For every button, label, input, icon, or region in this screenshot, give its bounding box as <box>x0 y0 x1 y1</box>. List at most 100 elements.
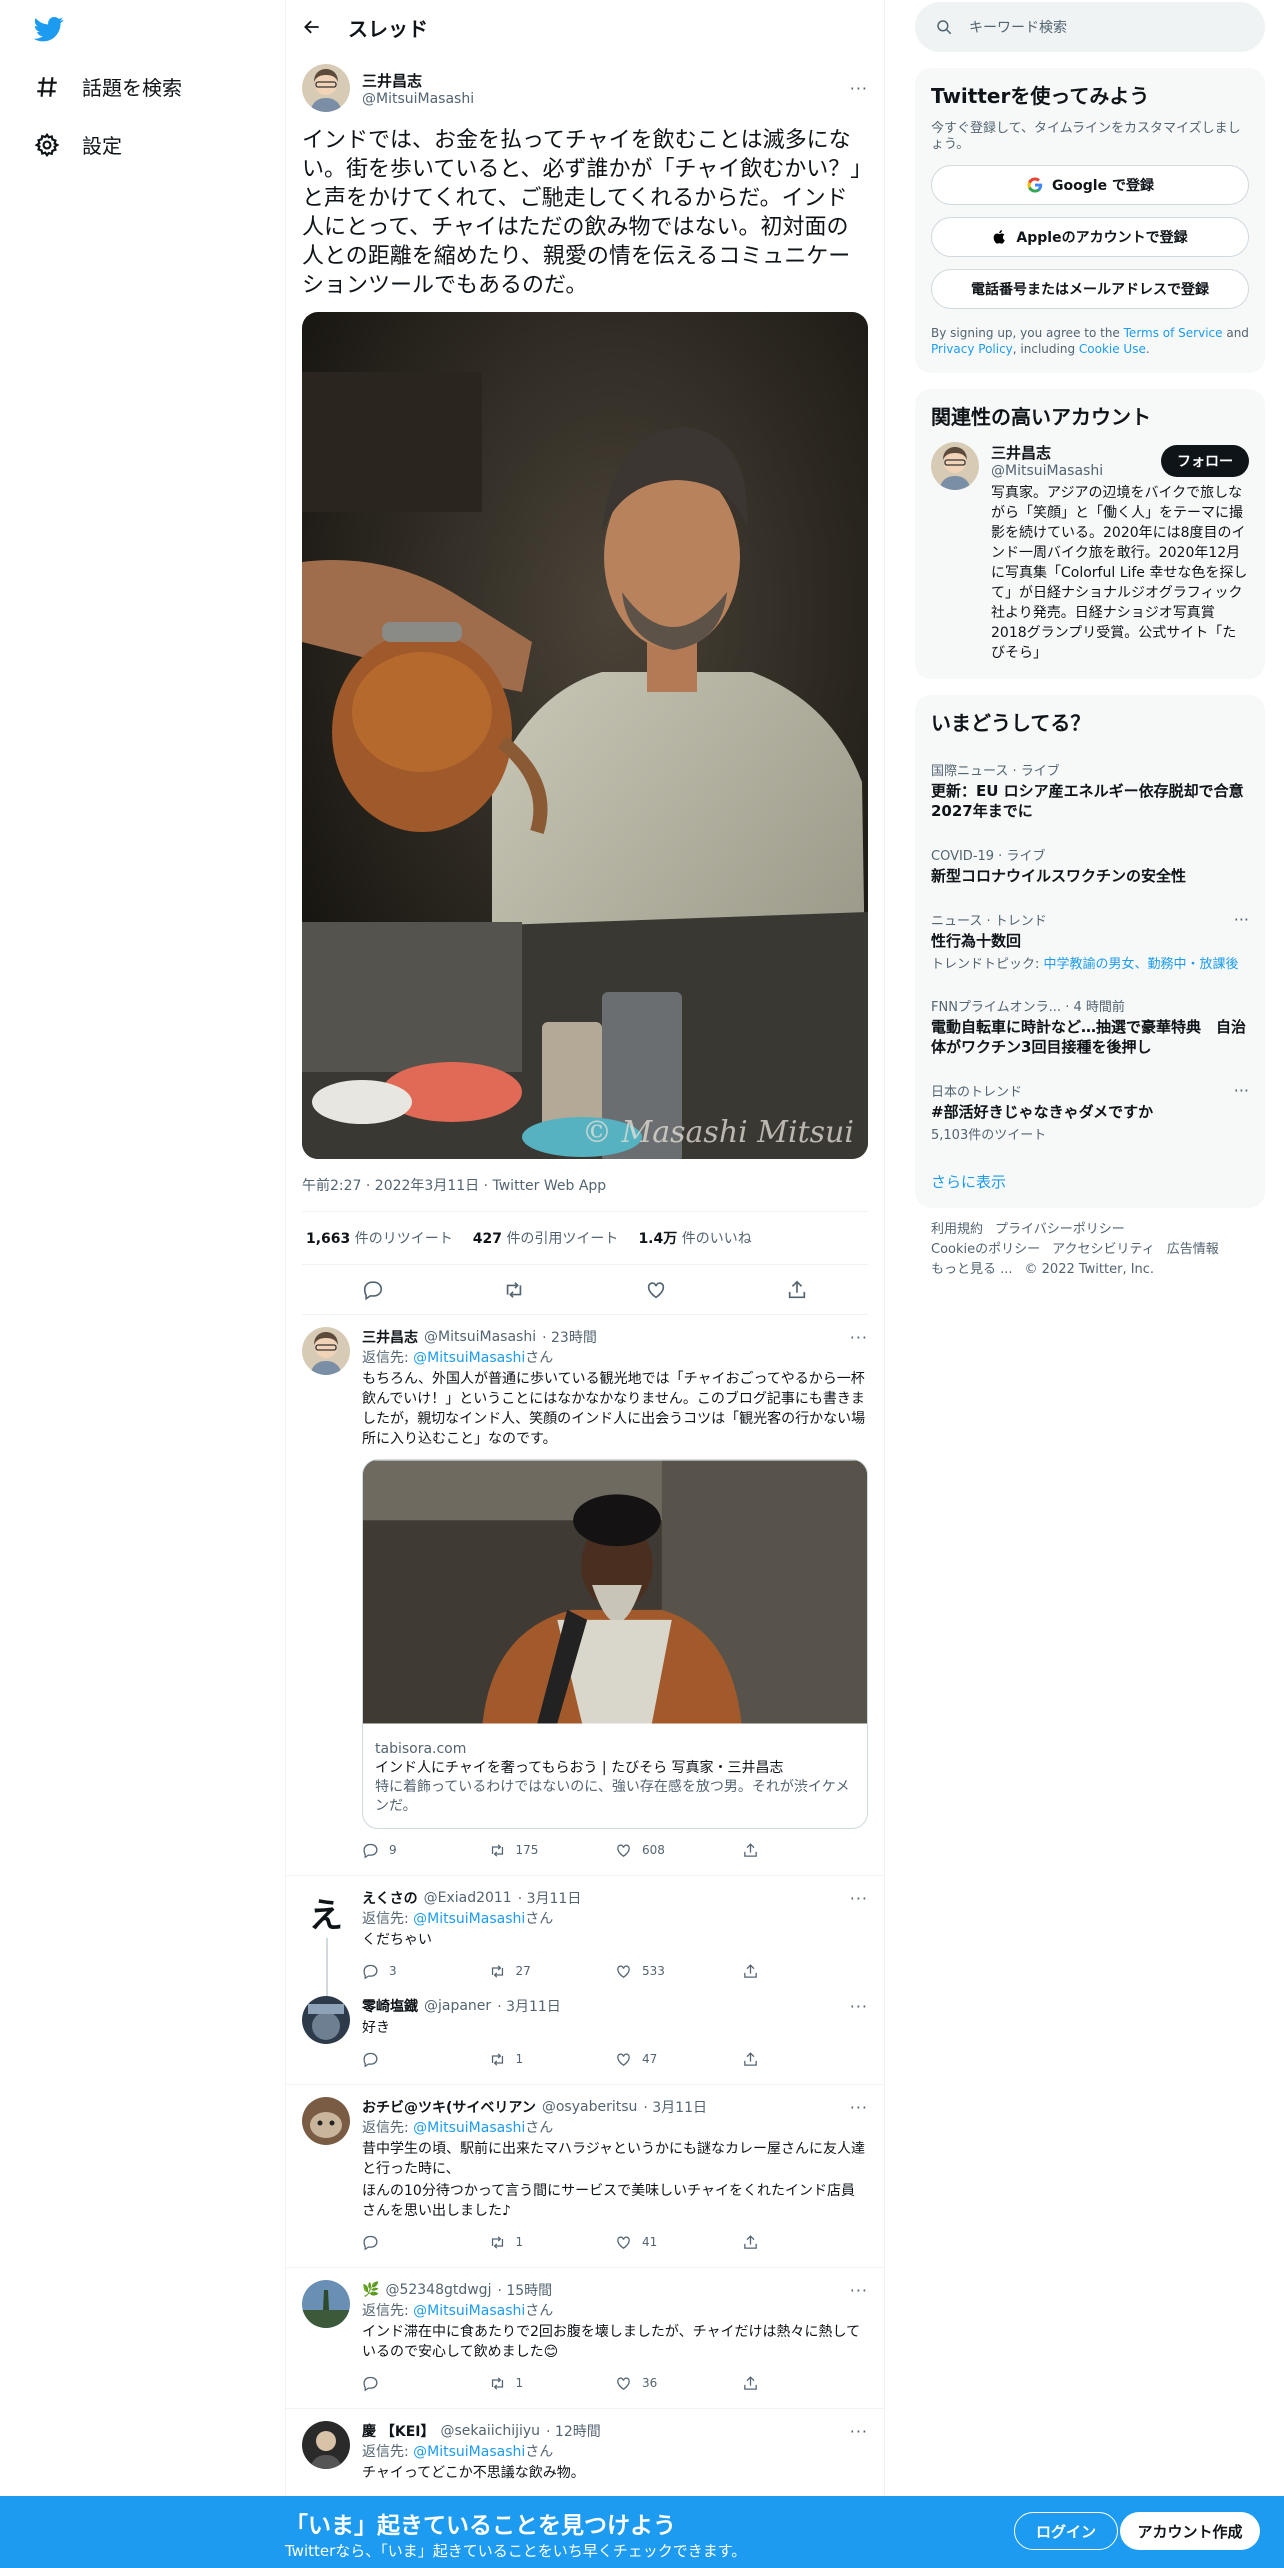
share-button[interactable] <box>742 2051 869 2068</box>
footer-terms[interactable]: 利用規約 <box>931 1222 983 1237</box>
reply-to-link[interactable]: @MitsuiMasashi <box>413 1911 525 1927</box>
more-icon[interactable]: ··· <box>850 2422 868 2441</box>
reply-handle[interactable]: @japaner <box>424 1998 491 2014</box>
reply-button[interactable] <box>362 2234 489 2251</box>
reply-tweet[interactable]: 慶 【KEI】 @sekaiichijiyu · 12時間 ··· 返信先: @Mit… <box>286 2409 884 2491</box>
reply-handle[interactable]: @52348gtdwgj <box>385 2282 491 2298</box>
reply-time[interactable]: · 23時間 <box>542 1327 597 1347</box>
quote-count[interactable]: 427 件の引用ツイート <box>473 1228 619 1248</box>
retweet-button[interactable]: 1 <box>489 2234 616 2251</box>
reply-time[interactable]: · 3月11日 <box>518 1888 582 1908</box>
privacy-link[interactable]: Privacy Policy <box>931 342 1013 356</box>
footer-ads[interactable]: 広告情報 <box>1167 1242 1219 1257</box>
reply-tweet[interactable]: おチビ@ツキ(サイベリアン @osyaberitsu · 3月11日 ··· 返信先:… <box>286 2085 884 2261</box>
back-arrow-icon[interactable] <box>302 17 322 37</box>
phone-email-signup-button[interactable]: 電話番号またはメールアドレスで登録 <box>931 269 1249 309</box>
author-handle[interactable]: @MitsuiMasashi <box>362 91 474 107</box>
search-input[interactable]: キーワード検索 <box>969 17 1067 37</box>
more-icon[interactable]: ··· <box>850 1328 868 1347</box>
reply-to-link[interactable]: @MitsuiMasashi <box>413 1350 525 1366</box>
more-icon[interactable]: ··· <box>850 1889 868 1908</box>
retweet-button[interactable]: 27 <box>489 1963 616 1980</box>
reply-icon[interactable] <box>362 1279 384 1301</box>
reply-time[interactable]: · 3月11日 <box>643 2097 707 2117</box>
like-icon[interactable] <box>645 1279 667 1301</box>
reply-button[interactable] <box>362 2375 489 2392</box>
reply-handle[interactable]: @sekaiichijiyu <box>441 2423 541 2439</box>
footer-accessibility[interactable]: アクセシビリティ <box>1052 1242 1155 1257</box>
avatar[interactable] <box>302 1327 350 1375</box>
reply-button[interactable]: 9 <box>362 1842 489 1859</box>
footer-privacy[interactable]: プライバシーポリシー <box>995 1222 1125 1237</box>
reply-button[interactable]: 3 <box>362 1963 489 1980</box>
tweet-photo[interactable]: © Masashi Mitsui <box>302 312 868 1159</box>
search-box[interactable]: キーワード検索 <box>915 2 1265 52</box>
cookie-link[interactable]: Cookie Use <box>1079 342 1146 356</box>
follow-button[interactable]: フォロー <box>1161 444 1249 477</box>
reply-button[interactable] <box>362 2051 489 2068</box>
create-account-button[interactable]: アカウント作成 <box>1120 2512 1260 2550</box>
nav-explore[interactable]: 話題を検索 <box>34 72 182 101</box>
trend-item[interactable]: FNNプライムオンラ... · 4 時間前 電動自転車に時計など…抽選で豪華特典… <box>915 984 1265 1069</box>
avatar[interactable] <box>302 64 350 112</box>
reply-author[interactable]: 零崎塩鐡 <box>362 1996 418 2016</box>
apple-signup-button[interactable]: Appleのアカウントで登録 <box>931 217 1249 257</box>
more-icon[interactable]: ··· <box>1234 910 1249 929</box>
avatar[interactable] <box>302 2280 350 2328</box>
reply-tweet[interactable]: え えくさの @Exiad2011 · 3月11日 ··· 返信先: @MitsuiM… <box>286 1876 884 1990</box>
trend-item[interactable]: 国際ニュース · ライブ 更新：EU ロシア産エネルギー依存脱却で合意 2027… <box>915 748 1265 833</box>
like-button[interactable]: 533 <box>615 1963 742 1980</box>
reply-author[interactable]: おチビ@ツキ(サイベリアン <box>362 2097 536 2117</box>
reply-tweet[interactable]: 零崎塩鐡 @japaner · 3月11日 ··· 好き 1 47 <box>286 1990 884 2078</box>
more-icon[interactable]: ··· <box>1234 1081 1249 1100</box>
like-button[interactable]: 47 <box>615 2051 742 2068</box>
retweet-button[interactable]: 1 <box>489 2375 616 2392</box>
footer-more[interactable]: もっと見る ... <box>931 1262 1013 1277</box>
terms-link[interactable]: Terms of Service <box>1124 326 1223 340</box>
trend-item[interactable]: ニュース · トレンド 性行為十数回 トレンドトピック: 中学教諭の男女、勤務中… <box>915 898 1265 984</box>
related-account[interactable]: 三井昌志 @MitsuiMasashi フォロー 写真家。アジアの辺境をバイクで… <box>915 442 1265 679</box>
more-icon[interactable]: ··· <box>850 2281 868 2300</box>
share-button[interactable] <box>742 1842 869 1859</box>
avatar[interactable] <box>302 2421 350 2469</box>
share-button[interactable] <box>742 2375 869 2392</box>
reply-time[interactable]: · 15時間 <box>497 2280 552 2300</box>
reply-author[interactable]: 三井昌志 <box>362 1327 418 1347</box>
twitter-logo-icon[interactable] <box>34 14 64 44</box>
avatar[interactable] <box>302 2097 350 2145</box>
like-button[interactable]: 608 <box>615 1842 742 1859</box>
reply-to-link[interactable]: @MitsuiMasashi <box>413 2444 525 2460</box>
like-button[interactable]: 41 <box>615 2234 742 2251</box>
nav-settings[interactable]: 設定 <box>34 130 122 159</box>
reply-handle[interactable]: @Exiad2011 <box>424 1890 512 1906</box>
retweet-button[interactable]: 1 <box>489 2051 616 2068</box>
reply-handle[interactable]: @MitsuiMasashi <box>424 1329 536 1345</box>
author-name[interactable]: 三井昌志 <box>362 70 474 91</box>
reply-tweet[interactable]: 🌿 @52348gtdwgj · 15時間 ··· 返信先: @MitsuiMasas… <box>286 2268 884 2402</box>
reply-author[interactable]: 🌿 <box>362 2282 379 2298</box>
reply-to-link[interactable]: @MitsuiMasashi <box>413 2303 525 2319</box>
avatar[interactable] <box>931 442 979 490</box>
avatar[interactable] <box>302 1996 350 2044</box>
share-icon[interactable] <box>786 1279 808 1301</box>
reply-author[interactable]: えくさの <box>362 1888 418 1908</box>
trend-item[interactable]: 日本のトレンド #部活好きじゃなきゃダメですか 5,103件のツイート ··· <box>915 1069 1265 1155</box>
show-more-link[interactable]: さらに表示 <box>915 1155 1265 1208</box>
google-signup-button[interactable]: Google で登録 <box>931 165 1249 205</box>
related-name[interactable]: 三井昌志 <box>991 442 1103 463</box>
more-icon[interactable]: ··· <box>850 1997 868 2016</box>
related-handle[interactable]: @MitsuiMasashi <box>991 463 1103 479</box>
reply-handle[interactable]: @osyaberitsu <box>542 2099 638 2115</box>
retweet-icon[interactable] <box>503 1279 525 1301</box>
retweet-button[interactable]: 175 <box>489 1842 616 1859</box>
link-card[interactable]: tabisora.com インド人にチャイを奢ってもらおう | たびそら 写真家… <box>362 1459 868 1829</box>
trend-topic-link[interactable]: 中学教諭の男女、勤務中・放課後 <box>1044 957 1239 972</box>
avatar[interactable]: え <box>302 1888 350 1936</box>
share-button[interactable] <box>742 2234 869 2251</box>
reply-time[interactable]: · 3月11日 <box>497 1996 561 2016</box>
reply-to-link[interactable]: @MitsuiMasashi <box>413 2120 525 2136</box>
footer-cookie[interactable]: Cookieのポリシー <box>931 1242 1040 1257</box>
share-button[interactable] <box>742 1963 869 1980</box>
retweet-count[interactable]: 1,663 件のリツイート <box>306 1228 453 1248</box>
more-icon[interactable]: ··· <box>850 2098 868 2117</box>
